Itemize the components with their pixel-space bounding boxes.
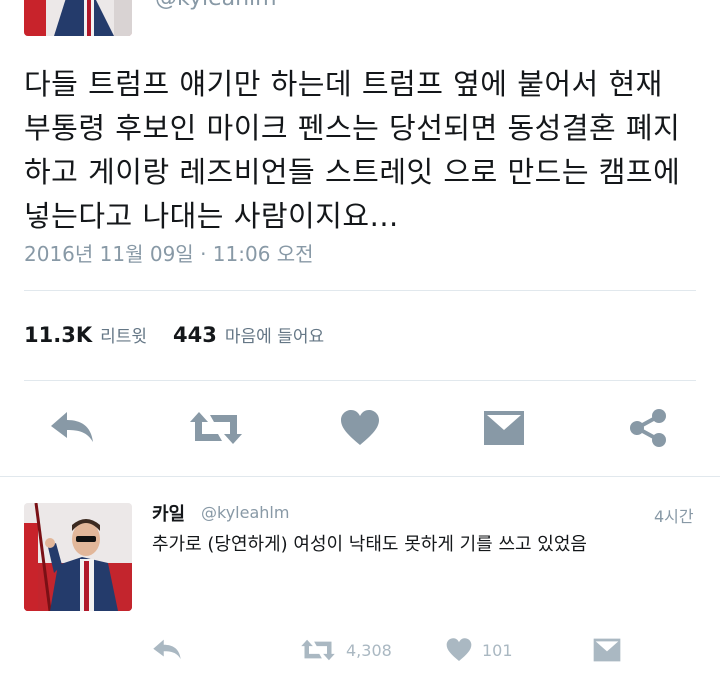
reply-author-handle[interactable]: @kyleahlm [201, 503, 289, 522]
avatar-image [24, 503, 132, 611]
tweet-text-line: 다들 트럼프 얘기만 하는데 트럼프 옆에 붙어서 현재 [24, 67, 663, 101]
reply-retweet-count: 4,308 [346, 640, 392, 660]
reply-icon [153, 639, 181, 660]
like-icon [446, 638, 472, 662]
reply-text: 추가로 (당연하게) 여성이 낙태도 못하게 기를 쓰고 있었음 [152, 534, 587, 555]
avatar-image [24, 0, 132, 36]
tweet-timestamp[interactable]: 2016년 11월 09일 · 11:06 오전 [24, 238, 314, 267]
reply-reply-button[interactable] [152, 636, 182, 664]
reply-dm-button[interactable] [592, 636, 622, 664]
reply-icon [51, 412, 93, 442]
reply-avatar[interactable] [24, 503, 132, 611]
reply-timestamp[interactable]: 4시간 [654, 503, 694, 527]
reply-author-name[interactable]: 카일 [152, 500, 185, 526]
share-icon [630, 409, 666, 447]
divider [0, 476, 720, 477]
like-count[interactable]: 443 [173, 323, 217, 347]
reply-like-count: 101 [482, 640, 513, 660]
retweet-icon [301, 639, 335, 661]
retweet-icon [190, 412, 242, 444]
tweet-text-line: 부통령 후보인 마이크 펜스는 당선되면 동성결혼 폐지 [24, 111, 681, 145]
tweet-author-handle[interactable]: @kyleahlm [155, 0, 277, 11]
tweet-text-line: 넣는다고 나대는 사람이지요... [24, 199, 399, 233]
share-button[interactable] [624, 404, 672, 452]
like-label[interactable]: 마음에 들어요 [225, 322, 324, 347]
like-button[interactable] [336, 404, 384, 452]
dm-icon [593, 638, 621, 662]
direct-message-button[interactable] [480, 404, 528, 452]
reply-button[interactable] [46, 404, 98, 452]
avatar[interactable] [24, 0, 132, 36]
retweet-button[interactable] [186, 404, 246, 452]
retweet-label[interactable]: 리트윗 [100, 322, 147, 347]
reply-like-button[interactable]: 101 [446, 636, 513, 664]
retweet-count[interactable]: 11.3K [24, 323, 92, 347]
reply-retweet-button[interactable]: 4,308 [300, 636, 392, 664]
like-icon [341, 410, 379, 445]
tweet-stats: 11.3K 리트윗 443 마음에 들어요 [24, 322, 350, 347]
dm-icon [484, 411, 524, 445]
tweet-text: 다들 트럼프 얘기만 하는데 트럼프 옆에 붙어서 현재 부통령 후보인 마이크… [24, 62, 714, 238]
divider [24, 290, 696, 291]
divider [24, 380, 696, 381]
tweet-text-line: 하고 게이랑 레즈비언들 스트레잇 으로 만드는 캠프에 [24, 155, 681, 189]
